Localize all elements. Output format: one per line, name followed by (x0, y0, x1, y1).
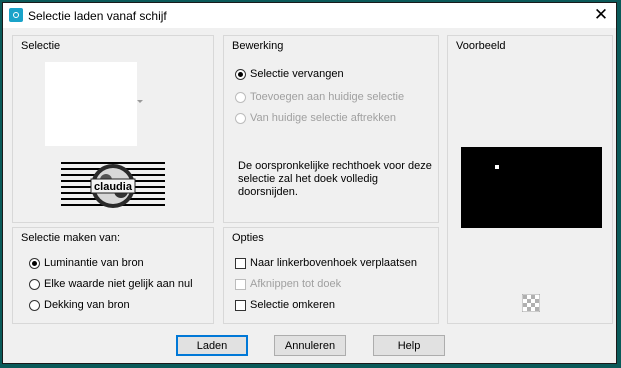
thumbnail-label: claudia (94, 181, 133, 193)
checkbox[interactable] (235, 257, 246, 269)
radio-label: Toevoegen aan huidige selectie (250, 91, 405, 103)
selectie-group-label: Selectie (19, 40, 63, 52)
checkbox[interactable] (235, 278, 246, 290)
app-icon (9, 8, 23, 22)
selectie-group: Selectie claudia (12, 35, 214, 223)
radio-subtract-selection[interactable]: Van huidige selectie aftrekken (235, 112, 396, 124)
opties-group: Opties Naar linkerbovenhoek verplaatsen … (223, 227, 439, 324)
checkbox-invert-selection[interactable]: Selectie omkeren (235, 299, 335, 311)
radio-nonzero-value[interactable]: Elke waarde niet gelijk aan nul (29, 278, 193, 290)
radio-button[interactable] (29, 299, 40, 311)
radio-label: Luminantie van bron (44, 257, 144, 269)
checkbox-label: Selectie omkeren (250, 299, 335, 311)
selection-file-thumbnail[interactable]: claudia (61, 160, 165, 212)
preview-canvas (461, 147, 602, 228)
dialog-window: Selectie laden vanaf schijf ✕ Selectie c… (2, 2, 617, 364)
bewerking-group: Bewerking Selectie vervangen Toevoegen a… (223, 35, 439, 223)
radio-button[interactable] (235, 91, 246, 103)
radio-label: Selectie vervangen (250, 68, 344, 80)
voorbeeld-group: Voorbeeld (447, 35, 613, 324)
voorbeeld-group-label: Voorbeeld (454, 40, 508, 52)
transparency-checker-icon[interactable] (522, 294, 540, 312)
checkbox[interactable] (235, 299, 246, 311)
bewerking-group-label: Bewerking (230, 40, 286, 52)
opties-group-label: Opties (230, 232, 266, 244)
checkbox-label: Naar linkerbovenhoek verplaatsen (250, 257, 417, 269)
checkbox-clip-to-canvas[interactable]: Afknippen tot doek (235, 278, 341, 290)
radio-luminance-source[interactable]: Luminantie van bron (29, 257, 144, 269)
operation-description: De oorspronkelijke rechthoek voor deze s… (238, 160, 432, 198)
preview-selection-marker (495, 165, 499, 169)
help-button[interactable]: Help (373, 335, 445, 356)
cancel-button[interactable]: Annuleren (274, 335, 346, 356)
dropdown-arrow-icon[interactable] (137, 100, 143, 104)
radio-button[interactable] (235, 112, 246, 124)
radio-button[interactable] (29, 278, 40, 290)
title-bar[interactable]: Selectie laden vanaf schijf ✕ (3, 3, 616, 28)
selection-preview-swatch[interactable] (45, 62, 137, 146)
window-title: Selectie laden vanaf schijf (28, 9, 167, 23)
checkbox-move-to-top-left[interactable]: Naar linkerbovenhoek verplaatsen (235, 257, 417, 269)
radio-button[interactable] (29, 257, 40, 269)
radio-label: Elke waarde niet gelijk aan nul (44, 278, 193, 290)
selectie-maken-group-label: Selectie maken van: (19, 232, 123, 244)
radio-add-selection[interactable]: Toevoegen aan huidige selectie (235, 91, 404, 103)
close-icon[interactable]: ✕ (592, 6, 610, 24)
radio-replace-selection[interactable]: Selectie vervangen (235, 68, 344, 80)
radio-label: Dekking van bron (44, 299, 130, 311)
radio-source-opacity[interactable]: Dekking van bron (29, 299, 130, 311)
load-button[interactable]: Laden (176, 335, 248, 356)
radio-label: Van huidige selectie aftrekken (250, 112, 396, 124)
selectie-maken-group: Selectie maken van: Luminantie van bron … (12, 227, 214, 324)
checkbox-label: Afknippen tot doek (250, 278, 342, 290)
radio-button[interactable] (235, 68, 246, 80)
